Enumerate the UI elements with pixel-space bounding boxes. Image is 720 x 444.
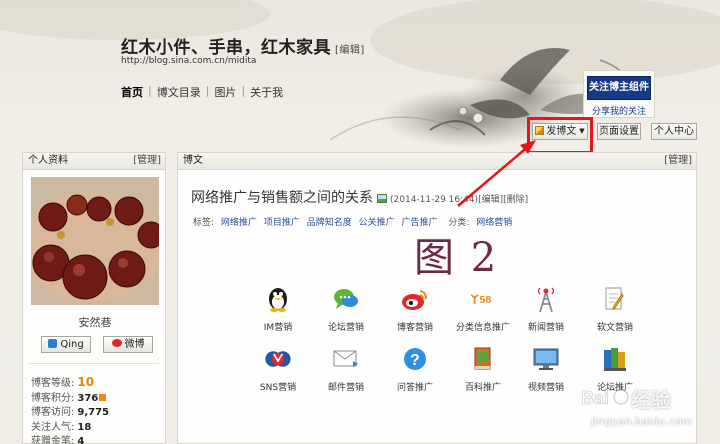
annotation-arrow: [457, 140, 536, 207]
